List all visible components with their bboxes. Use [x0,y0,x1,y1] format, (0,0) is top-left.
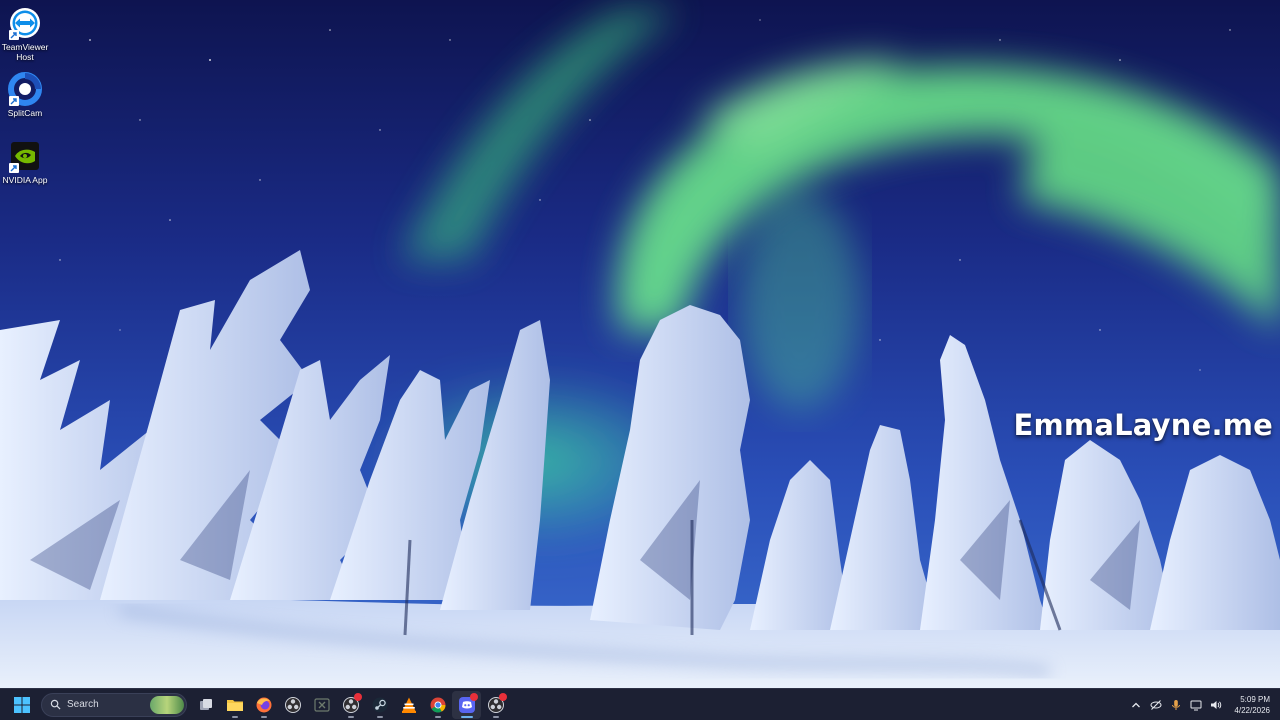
eye-off-icon [1150,699,1162,710]
taskbar-steam[interactable] [365,691,394,719]
running-indicator [376,715,383,718]
tray-microphone[interactable] [1166,695,1186,715]
show-hidden-icons-button[interactable] [1126,695,1146,715]
search-icon [50,699,61,710]
teamviewer-icon [8,6,42,40]
desktop[interactable]: TeamViewer Host SplitCam NVIDIA App Emma… [0,0,1280,688]
taskbar-obs-studio-notified[interactable] [336,691,365,719]
notification-badge [499,692,507,701]
desktop-icon-splitcam[interactable]: SplitCam [0,72,50,118]
desktop-icon-nvidia-app[interactable]: NVIDIA App [0,139,50,185]
tray-volume[interactable] [1206,695,1226,715]
tray-network-off[interactable] [1146,695,1166,715]
clock-time: 5:09 PM [1240,694,1270,704]
windows-logo-icon [13,696,30,713]
taskbar-obs-studio-recording[interactable] [481,691,510,719]
desktop-icon-label: SplitCam [7,108,43,118]
taskbar-chrome[interactable] [423,691,452,719]
start-button[interactable] [7,691,36,719]
shortcut-arrow-icon [9,163,19,173]
notification-badge [354,692,362,701]
taskbar-vlc[interactable] [394,691,423,719]
taskbar-xbox[interactable] [307,691,336,719]
tray-display[interactable] [1186,695,1206,715]
steam-icon [372,697,387,712]
nvidia-icon [8,139,42,173]
desktop-icon-teamviewer-host[interactable]: TeamViewer Host [0,6,50,62]
xbox-icon [313,697,330,712]
obs-icon [284,696,301,713]
speaker-icon [1211,700,1222,709]
clock-date: 4/22/2026 [1234,705,1270,715]
taskbar-obs-studio[interactable] [278,691,307,719]
vlc-icon [401,697,416,713]
wallpaper-aurora-snow-forest [0,0,1280,688]
watermark-text: EmmaLayne.me [1013,408,1273,442]
search-highlight-image [150,695,184,714]
taskbar-clock[interactable]: 5:09 PM 4/22/2026 [1234,694,1270,716]
firefox-icon [256,697,271,712]
running-indicator [460,715,473,718]
running-indicator [347,715,354,718]
running-indicator [434,715,441,718]
microphone-icon [1172,699,1181,710]
monitor-icon [1190,700,1202,710]
taskbar-file-explorer[interactable] [220,691,249,719]
system-tray: 5:09 PM 4/22/2026 [1126,689,1280,720]
taskbar-discord[interactable] [452,690,481,719]
notification-badge [470,692,478,701]
search-placeholder: Search [67,699,99,710]
taskbar-search-box[interactable]: Search [41,692,187,717]
running-indicator [260,715,267,718]
running-indicator [492,715,499,718]
running-indicator [231,715,238,718]
shortcut-arrow-icon [9,30,19,40]
taskbar: Search 5:09 PM 4/22/2026 [0,688,1280,720]
shortcut-arrow-icon [9,96,19,106]
chevron-up-icon [1132,702,1141,707]
chrome-icon [430,697,446,713]
taskbar-task-view[interactable] [191,691,220,719]
folder-icon [226,699,243,711]
splitcam-icon [8,72,42,106]
taskbar-firefox[interactable] [249,691,278,719]
task-view-icon [199,698,212,710]
desktop-icon-label: TeamViewer Host [1,42,49,62]
desktop-icon-label: NVIDIA App [2,175,48,185]
